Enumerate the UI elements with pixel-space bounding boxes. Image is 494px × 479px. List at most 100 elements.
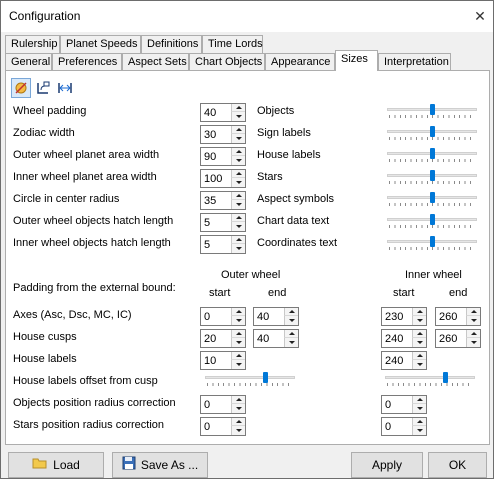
arrow-up-icon[interactable] [412, 330, 426, 338]
arrow-up-icon[interactable] [231, 396, 245, 404]
ok-button[interactable]: OK [428, 452, 487, 478]
inner-start-1-input[interactable] [382, 330, 413, 347]
outer-end-1-stepper[interactable] [253, 329, 299, 348]
arrow-up-icon[interactable] [231, 126, 245, 134]
arrow-up-icon[interactable] [284, 308, 298, 316]
inner-end-1-stepper[interactable] [435, 329, 481, 348]
param-5-input[interactable] [201, 214, 232, 231]
param-0-stepper[interactable] [200, 103, 246, 122]
arrow-down-icon[interactable] [231, 178, 245, 187]
outer-end-0-input[interactable] [254, 308, 285, 325]
objects-correction-outer-input[interactable] [201, 396, 232, 413]
text-size-slider[interactable] [387, 192, 477, 208]
arrow-down-icon[interactable] [466, 338, 480, 347]
arrow-down-icon[interactable] [231, 360, 245, 369]
outer-start-0-stepper[interactable] [200, 307, 246, 326]
outer-start-2-input[interactable] [201, 352, 232, 369]
apply-button[interactable]: Apply [351, 452, 423, 478]
arrow-up-icon[interactable] [231, 192, 245, 200]
outer-end-1-input[interactable] [254, 330, 285, 347]
arrow-down-icon[interactable] [412, 360, 426, 369]
arrow-up-icon[interactable] [412, 418, 426, 426]
arrow-down-icon[interactable] [284, 316, 298, 325]
offset-outer-slider[interactable] [205, 372, 295, 388]
arrow-down-icon[interactable] [466, 316, 480, 325]
param-0-input[interactable] [201, 104, 232, 121]
arrow-down-icon[interactable] [231, 200, 245, 209]
stars-correction-inner-stepper[interactable] [381, 417, 427, 436]
arrow-up-icon[interactable] [231, 104, 245, 112]
arrow-down-icon[interactable] [284, 338, 298, 347]
arrow-up-icon[interactable] [231, 214, 245, 222]
radius-icon[interactable] [33, 78, 53, 98]
arrow-down-icon[interactable] [231, 134, 245, 143]
arrow-up-icon[interactable] [284, 330, 298, 338]
outer-start-0-input[interactable] [201, 308, 232, 325]
objects-correction-outer-stepper[interactable] [200, 395, 246, 414]
inner-start-2-stepper[interactable] [381, 351, 427, 370]
arrow-down-icon[interactable] [231, 112, 245, 121]
tab-interpretation[interactable]: Interpretation [378, 53, 451, 71]
tab-rulership[interactable]: Rulership [5, 35, 60, 53]
tab-sizes[interactable]: Sizes [335, 50, 378, 71]
arrow-up-icon[interactable] [231, 148, 245, 156]
arrow-up-icon[interactable] [231, 308, 245, 316]
outer-end-0-stepper[interactable] [253, 307, 299, 326]
outer-start-2-stepper[interactable] [200, 351, 246, 370]
param-5-stepper[interactable] [200, 213, 246, 232]
param-3-stepper[interactable] [200, 169, 246, 188]
arrow-up-icon[interactable] [466, 308, 480, 316]
tab-aspect-sets[interactable]: Aspect Sets [122, 53, 189, 71]
arrow-down-icon[interactable] [231, 222, 245, 231]
inner-start-0-input[interactable] [382, 308, 413, 325]
param-2-input[interactable] [201, 148, 232, 165]
text-size-slider[interactable] [387, 104, 477, 120]
arrow-up-icon[interactable] [412, 396, 426, 404]
arrow-up-icon[interactable] [231, 170, 245, 178]
arrow-up-icon[interactable] [412, 308, 426, 316]
arrow-down-icon[interactable] [412, 338, 426, 347]
arrow-up-icon[interactable] [466, 330, 480, 338]
param-6-input[interactable] [201, 236, 232, 253]
tab-definitions[interactable]: Definitions [141, 35, 202, 53]
arrow-down-icon[interactable] [231, 316, 245, 325]
param-4-stepper[interactable] [200, 191, 246, 210]
inner-start-2-input[interactable] [382, 352, 413, 369]
outer-start-1-input[interactable] [201, 330, 232, 347]
arrow-down-icon[interactable] [231, 426, 245, 435]
param-3-input[interactable] [201, 170, 232, 187]
tab-preferences[interactable]: Preferences [52, 53, 122, 71]
objects-correction-inner-input[interactable] [382, 396, 413, 413]
arrow-down-icon[interactable] [231, 244, 245, 253]
inner-end-1-input[interactable] [436, 330, 467, 347]
tab-general[interactable]: General [5, 53, 52, 71]
outer-start-1-stepper[interactable] [200, 329, 246, 348]
arrow-down-icon[interactable] [412, 316, 426, 325]
param-6-stepper[interactable] [200, 235, 246, 254]
param-1-input[interactable] [201, 126, 232, 143]
stars-correction-inner-input[interactable] [382, 418, 413, 435]
close-icon[interactable]: ✕ [471, 7, 489, 25]
save-as-button[interactable]: Save As ... [112, 452, 208, 478]
param-4-input[interactable] [201, 192, 232, 209]
arrow-up-icon[interactable] [231, 330, 245, 338]
stars-correction-outer-input[interactable] [201, 418, 232, 435]
inner-start-0-stepper[interactable] [381, 307, 427, 326]
tab-chart-objects[interactable]: Chart Objects [189, 53, 265, 71]
load-button[interactable]: Load [8, 452, 104, 478]
inner-start-1-stepper[interactable] [381, 329, 427, 348]
arrow-up-icon[interactable] [231, 236, 245, 244]
tab-time-lords[interactable]: Time Lords [202, 35, 263, 53]
inner-end-0-stepper[interactable] [435, 307, 481, 326]
tab-planet-speeds[interactable]: Planet Speeds [60, 35, 141, 53]
objects-correction-inner-stepper[interactable] [381, 395, 427, 414]
text-size-slider[interactable] [387, 126, 477, 142]
planet-size-icon[interactable] [11, 78, 31, 98]
arrow-down-icon[interactable] [412, 426, 426, 435]
arrow-up-icon[interactable] [412, 352, 426, 360]
stars-correction-outer-stepper[interactable] [200, 417, 246, 436]
arrow-down-icon[interactable] [231, 404, 245, 413]
text-size-slider[interactable] [387, 148, 477, 164]
text-size-slider[interactable] [387, 236, 477, 252]
arrow-down-icon[interactable] [231, 156, 245, 165]
